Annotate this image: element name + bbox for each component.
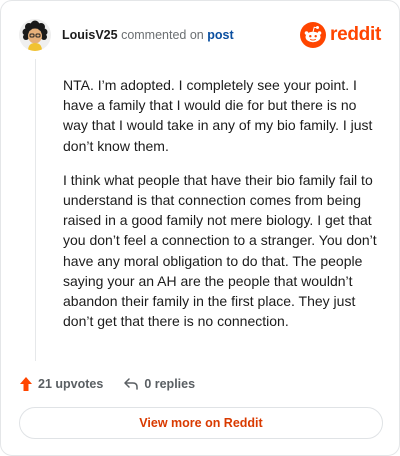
comment-paragraph: I think what people that have their bio … xyxy=(63,171,377,330)
comment-meta: LouisV25 commented on post xyxy=(62,28,234,42)
reddit-wordmark: reddit xyxy=(330,24,381,45)
username-link[interactable]: LouisV25 xyxy=(62,28,118,42)
comment-actions: 21 upvotes 0 replies xyxy=(19,373,215,395)
view-more-label: View more on Reddit xyxy=(139,416,263,430)
reddit-brand[interactable]: reddit xyxy=(300,20,381,50)
avatar[interactable] xyxy=(19,19,51,51)
reply-button[interactable]: 0 replies xyxy=(123,377,195,391)
reply-icon xyxy=(124,378,139,390)
reddit-logo-icon xyxy=(300,22,327,48)
post-link[interactable]: post xyxy=(207,28,233,42)
comment-header: LouisV25 commented on post reddit xyxy=(19,15,383,55)
comment-paragraph: NTA. I’m adopted. I completely see your … xyxy=(63,77,373,154)
upvote-count: 21 upvotes xyxy=(38,377,104,391)
view-more-button[interactable]: View more on Reddit xyxy=(19,407,383,439)
upvote-arrow-icon xyxy=(20,377,32,391)
reply-count: 0 replies xyxy=(144,377,196,391)
comment-card: LouisV25 commented on post reddit NTA. I… xyxy=(0,0,400,456)
thread-line xyxy=(35,59,36,361)
comment-body: NTA. I’m adopted. I completely see your … xyxy=(63,75,381,345)
commented-on-text: commented on xyxy=(121,28,204,42)
upvote-button[interactable]: 21 upvotes xyxy=(19,376,103,392)
